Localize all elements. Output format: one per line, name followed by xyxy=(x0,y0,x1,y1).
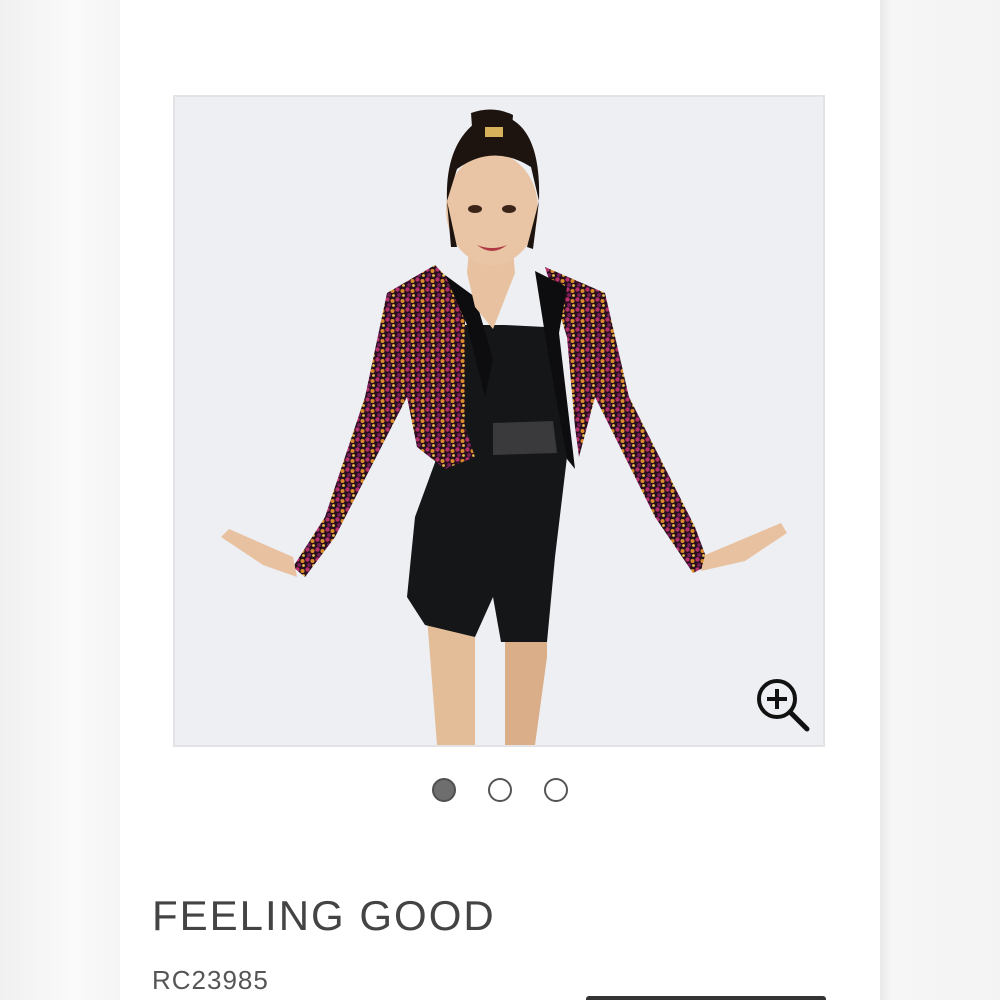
left-backdrop xyxy=(0,0,120,1000)
product-image-gallery[interactable] xyxy=(173,95,825,747)
gallery-pagination xyxy=(120,778,880,808)
right-backdrop xyxy=(880,0,1000,1000)
zoom-in-icon xyxy=(757,679,810,732)
product-title: FEELING GOOD xyxy=(152,892,496,939)
gallery-dot-2[interactable] xyxy=(488,778,512,802)
zoom-button[interactable] xyxy=(753,675,813,735)
gallery-dot-3[interactable] xyxy=(544,778,568,802)
gallery-dot-1[interactable] xyxy=(432,778,456,802)
add-to-cart-button-edge[interactable] xyxy=(586,996,826,1000)
product-sku: RC23985 xyxy=(152,965,269,995)
product-page: FEELING GOOD RC23985 xyxy=(120,0,880,1000)
product-photo xyxy=(221,109,787,745)
